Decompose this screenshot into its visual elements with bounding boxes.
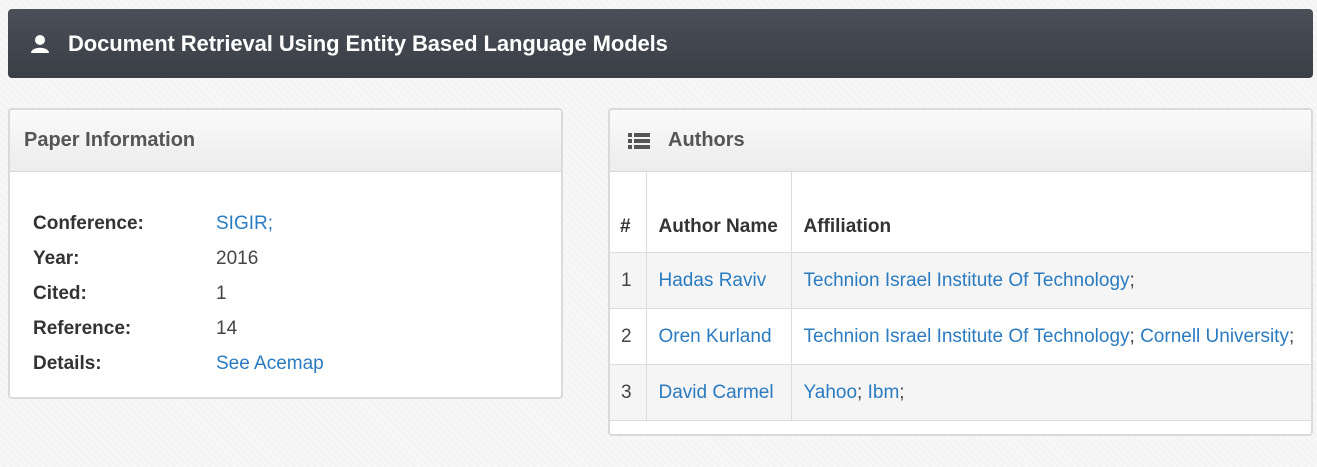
separator: ; (857, 381, 868, 403)
author-name-link[interactable]: Oren Kurland (659, 326, 772, 347)
info-row-details: Details: See Acemap (33, 346, 561, 381)
author-name-link[interactable]: Hadas Raviv (659, 270, 767, 291)
author-number: 3 (610, 363, 647, 421)
author-number: 2 (610, 307, 647, 365)
author-affiliation: Yahoo; Ibm; (790, 363, 1311, 421)
column-header-author-name: Author Name (645, 172, 792, 253)
separator: ; (899, 381, 905, 403)
info-row-cited: Cited: 1 (33, 276, 561, 311)
column-header-affiliation: Affiliation (790, 172, 1311, 253)
affiliation-link[interactable]: Technion Israel Institute Of Technology (804, 270, 1130, 291)
separator: ; (1288, 325, 1295, 347)
see-acemap-link[interactable]: See Acemap (216, 353, 324, 375)
affiliation-link[interactable]: Yahoo (804, 382, 858, 403)
paper-information-panel: Paper Information Conference: SIGIR; Yea… (8, 108, 563, 399)
authors-table: # Author Name Affiliation 1 Hadas Raviv … (610, 172, 1311, 421)
authors-panel: Authors # Author Name Affiliation 1 Hada… (608, 108, 1313, 436)
affiliation-link[interactable]: Technion Israel Institute Of Technology (804, 326, 1130, 347)
page-title-bar: Document Retrieval Using Entity Based La… (8, 9, 1313, 78)
affiliation-link[interactable]: Cornell University (1140, 326, 1289, 347)
author-affiliation: Technion Israel Institute Of Technology;… (790, 307, 1311, 365)
reference-label: Reference: (33, 317, 132, 339)
author-number: 1 (610, 251, 647, 309)
paper-information-header: Paper Information (10, 110, 561, 172)
user-icon (30, 34, 50, 54)
cited-label: Cited: (33, 282, 87, 304)
page-title: Document Retrieval Using Entity Based La… (68, 30, 668, 56)
authors-heading: Authors (668, 129, 745, 151)
reference-value: 14 (216, 317, 238, 339)
separator: ; (1129, 269, 1135, 291)
year-value: 2016 (216, 247, 259, 269)
paper-information-heading: Paper Information (24, 129, 196, 151)
year-label: Year: (33, 247, 80, 269)
separator: ; (1129, 325, 1141, 347)
conference-label: Conference: (33, 212, 144, 234)
author-name-link[interactable]: David Carmel (659, 382, 774, 403)
info-row-year: Year: 2016 (33, 241, 561, 276)
info-row-reference: Reference: 14 (33, 311, 561, 346)
info-row-conference: Conference: SIGIR; (33, 206, 561, 241)
table-row: 3 David Carmel Yahoo; Ibm; (610, 363, 1311, 421)
affiliation-link[interactable]: Ibm (868, 382, 900, 403)
list-icon (628, 132, 650, 150)
column-header-number: # (610, 172, 647, 253)
details-label: Details: (33, 352, 102, 374)
conference-link[interactable]: SIGIR; (216, 213, 273, 235)
table-header-row: # Author Name Affiliation (610, 172, 1311, 253)
authors-header: Authors (610, 110, 1311, 172)
paper-information-list: Conference: SIGIR; Year: 2016 Cited: 1 R… (10, 172, 561, 381)
table-row: 2 Oren Kurland Technion Israel Institute… (610, 307, 1311, 365)
author-affiliation: Technion Israel Institute Of Technology; (790, 251, 1311, 309)
table-row: 1 Hadas Raviv Technion Israel Institute … (610, 251, 1311, 309)
cited-value: 1 (216, 282, 227, 304)
